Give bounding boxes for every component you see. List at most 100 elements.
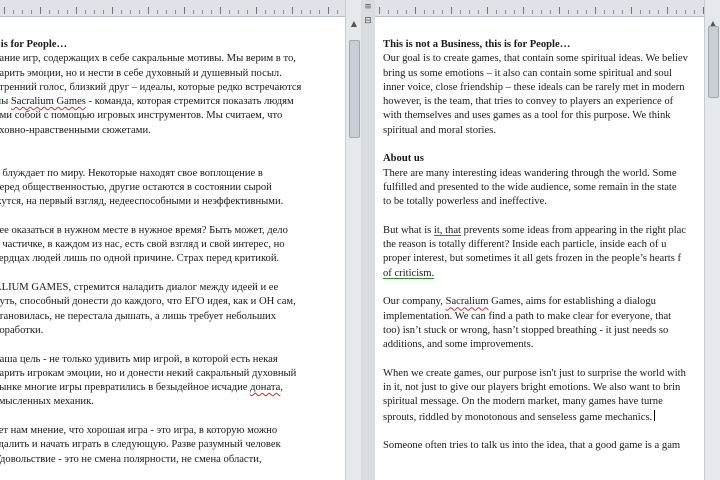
line-text: About us: [383, 153, 424, 165]
ruler-tick: [292, 7, 293, 14]
ruler-tick: [85, 10, 86, 14]
document-line[interactable]: spiritual message. On the modern market,…: [383, 395, 720, 409]
right-document-page[interactable]: This is not a Business, this is for Peop…: [375, 17, 720, 480]
left-ruler[interactable]: [0, 0, 345, 17]
document-line[interactable]: But what is it, that prevents some ideas…: [383, 224, 720, 238]
document-line[interactable]: spiritual and moral stories.: [383, 124, 720, 138]
document-line[interactable]: утренний голос, близкий друг – идеалы, к…: [0, 81, 345, 95]
line-text: spiritual message. On the modern market,…: [383, 396, 663, 408]
document-line[interactable]: to be totally powerless and ineffective.: [383, 195, 720, 209]
document-line[interactable]: дание игр, содержащих в себе сакральные …: [0, 52, 345, 66]
line-text: дее оказаться в нужном месте в нужное вр…: [0, 224, 288, 236]
document-line[interactable]: with themselves and uses games as a tool…: [383, 109, 720, 123]
document-line[interactable]: становилась, не перестала дышать, а лишь…: [0, 310, 345, 324]
ruler-tick: [301, 10, 302, 14]
split-gutter: ≡ ⊟: [361, 0, 375, 480]
document-line[interactable]: путь, способный донести до каждого, что …: [0, 295, 345, 309]
document-line[interactable]: proper interest, but sometimes it all ge…: [383, 252, 720, 266]
document-heading[interactable]: s is for People…: [0, 38, 345, 52]
ruler-tick: [157, 10, 158, 14]
document-line[interactable]: ими собой с помощью игровых инструментов…: [0, 109, 345, 123]
left-document-text[interactable]: s is for People… дание игр, содержащих в …: [0, 38, 345, 467]
line-text: ALIUM GAMES, стремится наладить диалог м…: [0, 282, 279, 294]
document-line[interactable]: дее оказаться в нужном месте в нужное вр…: [0, 224, 345, 238]
document-line[interactable]: of criticism.: [383, 267, 720, 281]
ruler-tick: [460, 10, 461, 14]
document-line[interactable]: ает нам мнение, что хорошая игра - это и…: [0, 424, 345, 438]
document-line[interactable]: bring us some emotions – it also can con…: [383, 67, 720, 81]
ruler-tick: [202, 10, 203, 14]
document-line[interactable]: дарить игрокам эмоции, но и донести неки…: [0, 367, 345, 381]
split-toggle-icon[interactable]: ⊟: [362, 15, 374, 27]
document-line[interactable]: too) isn’t stuck or wrong, hasn’t stoppe…: [383, 324, 720, 338]
document-line[interactable]: Someone often tries to talk us into the …: [383, 439, 720, 453]
document-line[interactable]: доработки.: [0, 324, 345, 338]
ruler-tick: [532, 10, 533, 14]
ruler-tick: [265, 10, 266, 14]
document-line[interactable]: When we create games, our purpose isn't …: [383, 367, 720, 381]
right-vertical-scrollbar[interactable]: ▲: [704, 0, 720, 480]
document-heading[interactable]: About us: [383, 152, 720, 166]
ruler-tick: [22, 10, 23, 14]
line-text: with themselves and uses games as a tool…: [383, 110, 671, 122]
ruler-tick: [604, 10, 605, 14]
left-document-pane[interactable]: s is for People… дание игр, содержащих в …: [0, 0, 345, 480]
left-document-page[interactable]: s is for People… дание игр, содержащих в …: [0, 17, 345, 480]
document-line[interactable]: additions, and some improvements.: [383, 338, 720, 352]
document-line[interactable]: смысленных механик.: [0, 395, 345, 409]
document-line[interactable]: рынке многие игры превратились в безыдей…: [0, 381, 345, 395]
document-line[interactable]: in it, not just to give our players brig…: [383, 381, 720, 395]
line-text: удалить и начать играть в следующую. Раз…: [0, 439, 281, 451]
right-scroll-thumb[interactable]: [708, 26, 719, 98]
ruler-tick: [220, 7, 221, 14]
ruler-tick: [247, 10, 248, 14]
ruler-tick: [238, 10, 239, 14]
document-line[interactable]: Our company, Sacralium Games, aims for e…: [383, 295, 720, 309]
ruler-tick: [379, 7, 380, 14]
document-line[interactable]: ALIUM GAMES, стремится наладить диалог м…: [0, 281, 345, 295]
document-line[interactable]: й блуждает по миру. Некоторые находят св…: [0, 167, 345, 181]
document-line[interactable]: fulfilled and presented to the wide audi…: [383, 181, 720, 195]
scroll-up-arrow-icon[interactable]: ▲: [346, 17, 362, 31]
ruler-tick: [640, 10, 641, 14]
document-line[interactable]: уховно-нравственными сюжетами.: [0, 124, 345, 138]
spelling-error-mark: доната: [250, 382, 281, 394]
right-document-pane[interactable]: This is not a Business, this is for Peop…: [375, 0, 720, 480]
document-line[interactable]: наша цель - не только удивить мир игрой,…: [0, 353, 345, 367]
line-text: s is for People…: [0, 39, 68, 50]
line-text: Our goal is to create games, that contai…: [383, 53, 688, 65]
right-ruler[interactable]: [375, 0, 720, 17]
left-scroll-thumb[interactable]: [349, 40, 360, 138]
document-line[interactable]: implementation. We can find a path to ma…: [383, 310, 720, 324]
document-line[interactable]: inner voice, close friendship – these id…: [383, 81, 720, 95]
ruler-tick: [397, 10, 398, 14]
document-line[interactable]: й частичке, в каждом из нас, есть свой в…: [0, 238, 345, 252]
ruler-tick: [649, 10, 650, 14]
line-text: Games, aims for establishing a dialogu: [488, 296, 656, 308]
document-line[interactable]: the reason is totally different? Inside …: [383, 238, 720, 252]
document-line[interactable]: сердцах людей лишь по одной причине. Стр…: [0, 252, 345, 266]
ruler-tick: [478, 10, 479, 14]
document-heading[interactable]: This is not a Business, this is for Peop…: [383, 38, 720, 52]
right-document-text[interactable]: This is not a Business, this is for Peop…: [383, 38, 720, 454]
line-text: bring us some emotions – it also can con…: [383, 67, 672, 79]
document-line[interactable]: ыы Sacralium Games - команда, которая ст…: [0, 95, 345, 109]
document-line[interactable]: sprouts, riddled by monotonous and sense…: [383, 409, 720, 425]
document-line[interactable]: перед общественностью, другие остаются в…: [0, 181, 345, 195]
document-line[interactable]: There are many interesting ideas wanderi…: [383, 167, 720, 181]
document-line[interactable]: however, is the team, that tries to conv…: [383, 95, 720, 109]
view-options-icon[interactable]: ≡: [362, 1, 374, 13]
ruler-tick: [112, 7, 113, 14]
document-line[interactable]: Удовольствие - это не смена полярности, …: [0, 453, 345, 467]
ruler-tick: [424, 10, 425, 14]
document-line[interactable]: Our goal is to create games, that contai…: [383, 52, 720, 66]
document-line[interactable]: жутся, на первый взгляд, недееспособными…: [0, 195, 345, 209]
document-line[interactable]: удалить и начать играть в следующую. Раз…: [0, 438, 345, 452]
ruler-tick: [337, 10, 338, 14]
ruler-tick: [487, 7, 488, 14]
line-text: дание игр, содержащих в себе сакральные …: [0, 53, 296, 65]
document-line[interactable]: дарить эмоции, но и нести в себе духовны…: [0, 67, 345, 81]
line-text: This is not a Business, this is for Peop…: [383, 39, 571, 50]
